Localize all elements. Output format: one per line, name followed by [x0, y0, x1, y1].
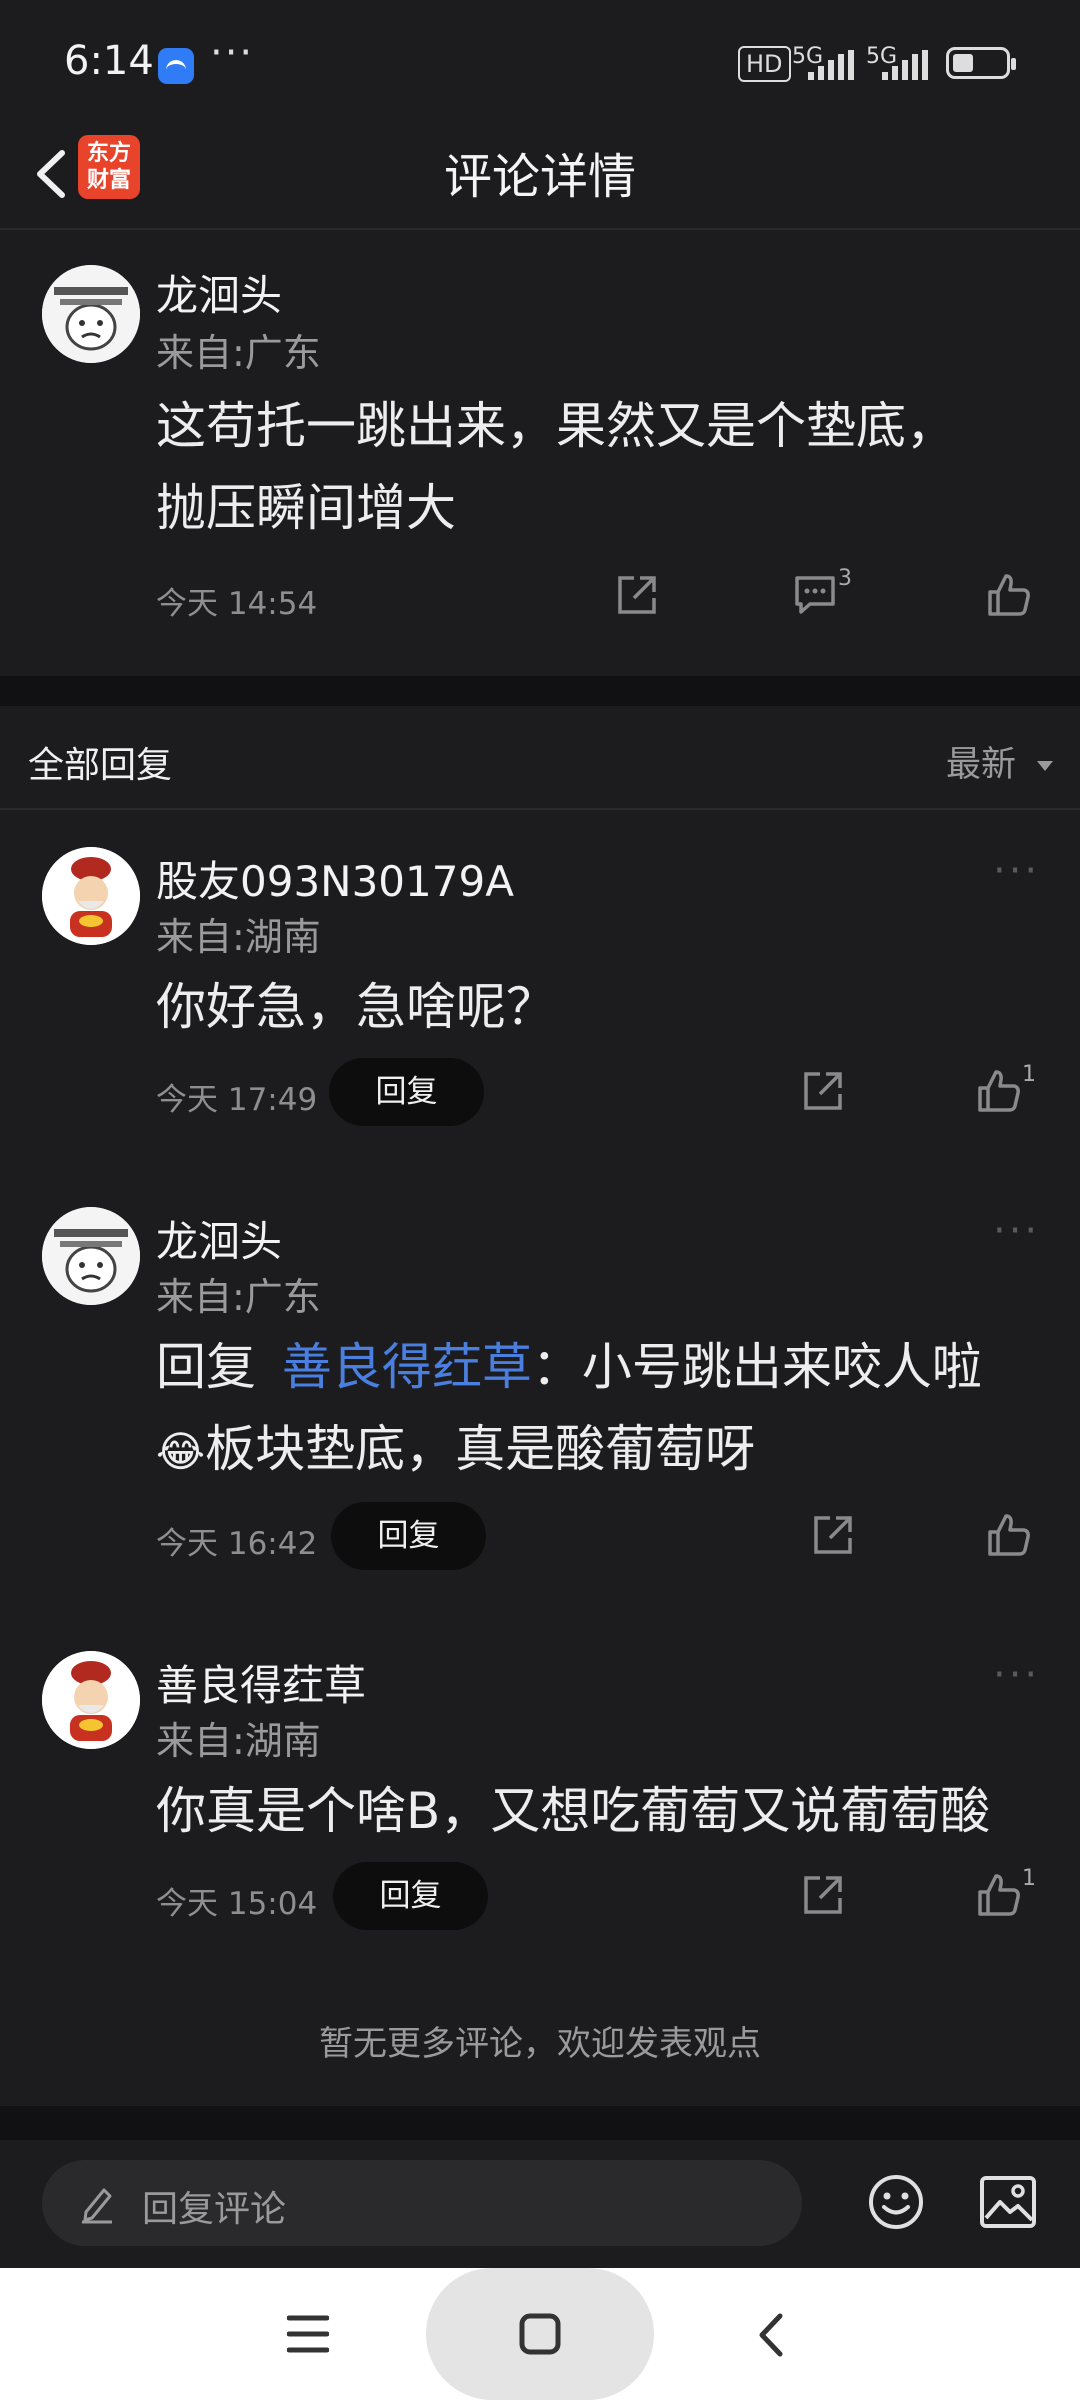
comment-icon[interactable] — [792, 572, 838, 618]
sort-label: 最新 — [946, 745, 1017, 785]
comment-text: 这苟托一跳出来，果然又是个垫底， 抛压瞬间增大 — [156, 397, 956, 537]
emoji-icon[interactable] — [866, 2172, 926, 2232]
no-more-comments-note: 暂无更多评论，欢迎发表观点 — [319, 2024, 761, 2064]
reply-time: 今天 17:49 — [156, 1082, 318, 1118]
battery-icon — [946, 47, 1016, 79]
status-bar: 6:14 ··· HD 5G 5G — [0, 0, 1080, 125]
fortune-god-avatar-icon — [42, 1651, 140, 1749]
share-icon[interactable] — [614, 572, 660, 618]
section-divider — [0, 2106, 1080, 2140]
like-icon[interactable] — [976, 1872, 1022, 1918]
fortune-god-avatar-icon — [42, 847, 140, 945]
hd-voice-icon: HD — [738, 46, 791, 82]
top-app-bar: 东方 财富 评论详情 — [0, 125, 1080, 230]
laughing-emoji-icon: 😂 — [156, 1427, 206, 1476]
comment-author[interactable]: 龙洄头 — [156, 262, 282, 323]
reply-text-part: ：小号跳出来咬人啦 — [531, 1338, 982, 1396]
reply-prefix: 回复 — [156, 1338, 256, 1396]
avatar[interactable] — [42, 847, 140, 945]
back-nav-icon[interactable] — [752, 2310, 792, 2360]
avatar[interactable] — [42, 265, 140, 363]
reply-button[interactable]: 回复 — [331, 1502, 486, 1570]
meme-face-icon — [42, 1207, 140, 1305]
like-count: 1 — [1022, 1866, 1036, 1891]
meme-face-icon — [42, 265, 140, 363]
reply-text: 你真是个啥B，又想吃葡萄又说葡萄酸 — [156, 1782, 991, 1840]
comment-time: 今天 14:54 — [156, 586, 318, 622]
share-icon[interactable] — [800, 1068, 846, 1114]
like-icon[interactable] — [986, 1512, 1032, 1558]
like-count: 1 — [1022, 1062, 1036, 1087]
mentioned-user-link[interactable]: 善良得荭草 — [282, 1338, 532, 1396]
reply-author[interactable]: 股友093N30179A — [156, 848, 514, 909]
home-square-icon — [519, 2313, 561, 2355]
like-icon[interactable] — [976, 1068, 1022, 1114]
more-options-icon[interactable]: ··· — [993, 1652, 1040, 1698]
signal-strength-icon-2 — [882, 50, 932, 80]
image-icon[interactable] — [978, 2174, 1038, 2230]
reply-author[interactable]: 龙洄头 — [156, 1208, 282, 1269]
header-divider — [0, 808, 1080, 810]
caret-down-icon — [1037, 761, 1054, 771]
reply-time: 今天 15:04 — [156, 1886, 318, 1922]
replies-title: 全部回复 — [28, 745, 173, 786]
sort-dropdown[interactable]: 最新 — [946, 736, 1055, 787]
system-navigation-bar — [0, 2268, 1080, 2400]
reply-button[interactable]: 回复 — [329, 1058, 484, 1126]
reply-author[interactable]: 善良得荭草 — [156, 1652, 366, 1713]
more-options-icon[interactable]: ··· — [993, 1208, 1040, 1254]
avatar[interactable] — [42, 1651, 140, 1749]
pencil-icon — [82, 2188, 112, 2224]
reply-text-part: 板块垫底，真是酸葡萄呀 — [205, 1420, 756, 1478]
app-notification-icon — [158, 48, 194, 84]
status-time: 6:14 — [64, 38, 154, 84]
reply-text: 你好急，急啥呢？ — [156, 978, 556, 1036]
share-icon[interactable] — [810, 1512, 856, 1558]
more-notifications-icon: ··· — [210, 30, 255, 76]
reply-time: 今天 16:42 — [156, 1526, 318, 1562]
comment-location: 来自:广东 — [156, 331, 321, 375]
like-icon[interactable] — [986, 572, 1032, 618]
signal-strength-icon — [808, 50, 858, 80]
page-title: 评论详情 — [443, 149, 636, 205]
reply-text: 回复 善良得荭草：小号跳出来咬人啦 😂板块垫底，真是酸葡萄呀 — [156, 1326, 1056, 1493]
reply-location: 来自:广东 — [156, 1275, 321, 1319]
comment-input-bar: 回复评论 — [0, 2140, 1080, 2270]
reply-location: 来自:湖南 — [156, 1719, 321, 1763]
avatar[interactable] — [42, 1207, 140, 1305]
menu-icon[interactable] — [287, 2312, 329, 2356]
input-placeholder: 回复评论 — [142, 2189, 287, 2230]
more-options-icon[interactable]: ··· — [993, 848, 1040, 894]
section-divider — [0, 676, 1080, 706]
reply-location: 来自:湖南 — [156, 915, 321, 959]
reply-button[interactable]: 回复 — [333, 1862, 488, 1930]
share-icon[interactable] — [800, 1872, 846, 1918]
reply-input[interactable]: 回复评论 — [42, 2160, 802, 2246]
comment-count: 3 — [838, 566, 852, 591]
home-button[interactable] — [426, 2268, 654, 2400]
